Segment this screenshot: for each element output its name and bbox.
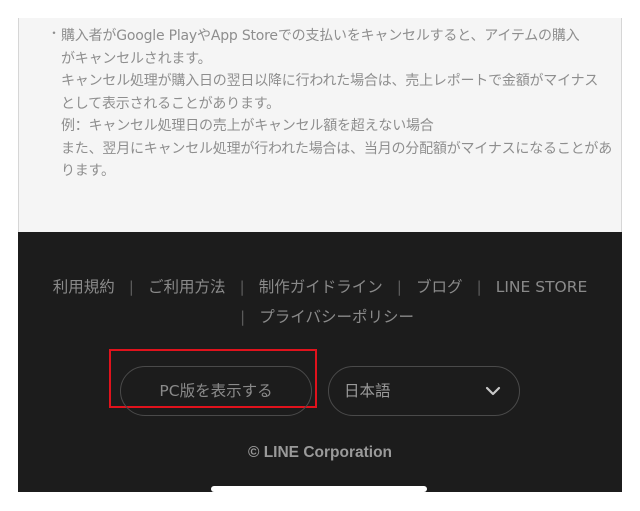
- footer-link-blog[interactable]: ブログ: [416, 278, 463, 296]
- link-separator: |: [396, 278, 402, 296]
- notice-line: キャンセル処理が購入日の翌日以降に行われた場合は、売上レポートで金額がマイナス: [61, 73, 599, 89]
- notice-line: また、翌月にキャンセル処理が行われた場合は、当月の分配額がマイナスになることがあ: [61, 140, 613, 157]
- page-frame: ・ 購入者がGoogle PlayやApp Storeでの支払いをキャンセルする…: [18, 18, 622, 492]
- notice-line: ります。: [61, 163, 115, 179]
- link-separator: |: [476, 278, 482, 296]
- language-selected-value: 日本語: [344, 382, 391, 400]
- footer-links-row-1: 利用規約 | ご利用方法 | 制作ガイドライン | ブログ | LINE STORE: [18, 272, 622, 302]
- notice-text: 購入者がGoogle PlayやApp Storeでの支払いをキャンセルすると、…: [61, 25, 613, 183]
- cancellation-notice: ・ 購入者がGoogle PlayやApp Storeでの支払いをキャンセルする…: [18, 18, 622, 232]
- footer-links: 利用規約 | ご利用方法 | 制作ガイドライン | ブログ | LINE STORE | プライバ…: [18, 272, 622, 332]
- link-separator: |: [128, 278, 134, 296]
- site-footer: 利用規約 | ご利用方法 | 制作ガイドライン | ブログ | LINE STORE | プライバ…: [18, 232, 622, 492]
- home-indicator-bar[interactable]: [211, 486, 427, 492]
- footer-link-how-to-use[interactable]: ご利用方法: [148, 278, 226, 296]
- copyright-text: © LINE Corporation: [247, 444, 393, 461]
- notice-line: として表示されることがあります。: [61, 95, 280, 112]
- link-separator: |: [240, 308, 246, 326]
- pc-view-button[interactable]: PC版を表示する: [120, 366, 312, 416]
- notice-line: がキャンセルされます。: [61, 50, 212, 67]
- language-select[interactable]: 日本語: [328, 366, 520, 416]
- footer-link-terms[interactable]: 利用規約: [53, 278, 115, 296]
- notice-line: 購入者がGoogle PlayやApp Storeでの支払いをキャンセルすると、…: [61, 28, 580, 44]
- link-separator: |: [239, 278, 245, 296]
- chevron-down-icon: [485, 386, 501, 396]
- footer-link-privacy-policy[interactable]: プライバシーポリシー: [259, 308, 414, 326]
- footer-link-line-store[interactable]: LINE STORE: [496, 278, 588, 296]
- footer-link-guidelines[interactable]: 制作ガイドライン: [259, 278, 383, 296]
- footer-links-row-2: | プライバシーポリシー: [18, 302, 622, 332]
- notice-bullet: ・: [48, 26, 61, 40]
- notice-line: 例：キャンセル処理日の売上がキャンセル額を超えない場合: [61, 118, 434, 134]
